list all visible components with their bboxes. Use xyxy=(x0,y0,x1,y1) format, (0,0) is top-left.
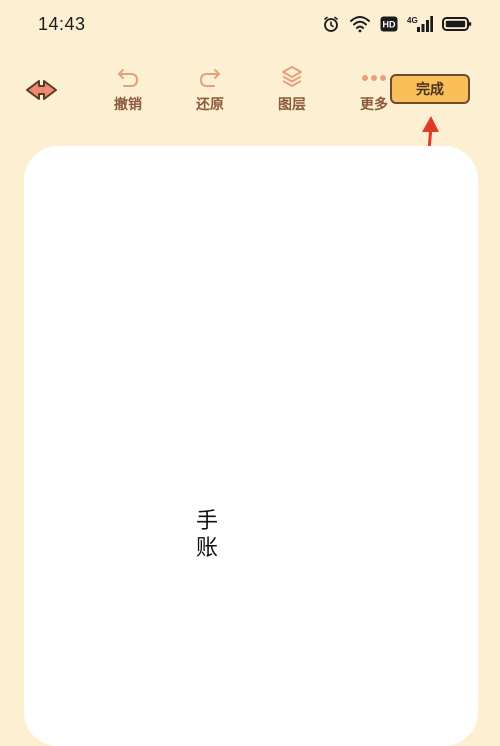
hd-icon: HD xyxy=(380,15,398,33)
editor-toolbar: 撤销 还原 图层 更多 完成 xyxy=(0,60,500,120)
battery-icon xyxy=(442,15,472,33)
svg-text:HD: HD xyxy=(383,20,396,30)
layers-button[interactable]: 图层 xyxy=(270,64,314,114)
journal-canvas[interactable]: 手 账 xyxy=(24,146,478,746)
undo-button[interactable]: 撤销 xyxy=(106,64,150,114)
alarm-icon xyxy=(322,15,340,33)
status-bar: 14:43 HD 4G xyxy=(0,0,500,50)
status-icons: HD 4G xyxy=(322,13,472,35)
undo-label: 撤销 xyxy=(114,97,142,113)
4g-signal-icon: 4G xyxy=(407,15,433,33)
status-time: 14:43 xyxy=(38,14,86,34)
done-button[interactable]: 完成 xyxy=(390,74,470,104)
back-arrow-icon[interactable] xyxy=(24,78,60,102)
undo-icon xyxy=(106,64,150,90)
redo-button[interactable]: 还原 xyxy=(188,64,232,114)
layers-label: 图层 xyxy=(278,97,306,113)
canvas-text-line-1: 手 xyxy=(195,509,218,534)
redo-label: 还原 xyxy=(196,97,224,113)
wifi-icon xyxy=(349,15,371,33)
canvas-text-line-2: 账 xyxy=(195,536,218,561)
layers-icon xyxy=(270,64,314,90)
redo-icon xyxy=(188,64,232,90)
canvas-text[interactable]: 手 账 xyxy=(192,508,222,562)
svg-text:4G: 4G xyxy=(407,16,418,25)
done-label: 完成 xyxy=(416,82,444,98)
